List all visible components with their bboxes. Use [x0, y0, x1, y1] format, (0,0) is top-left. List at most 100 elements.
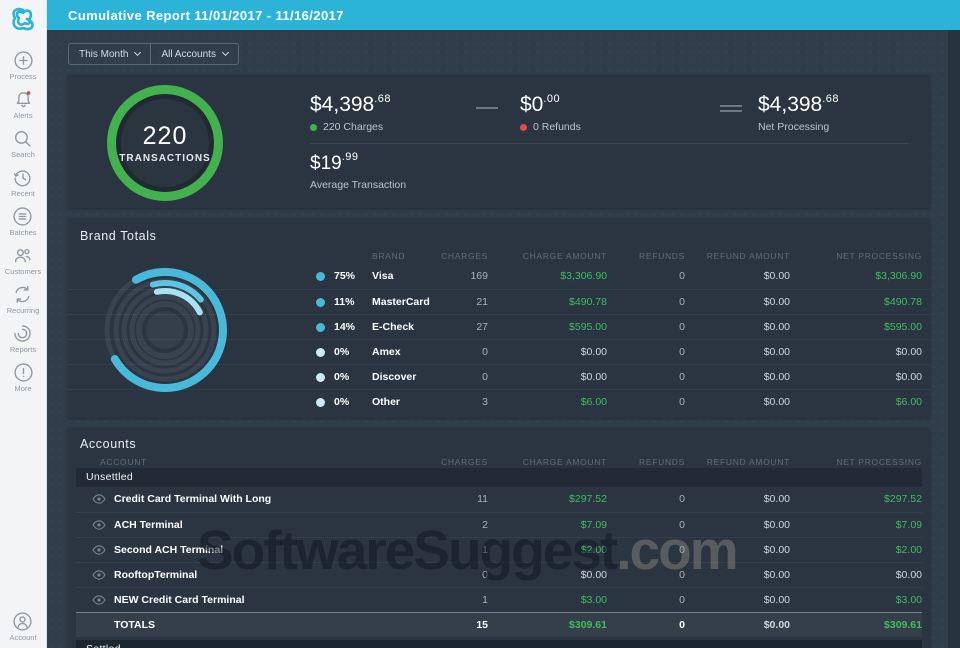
col-header-brand: BRAND	[372, 251, 406, 261]
sidebar-item-label: Batches	[9, 228, 37, 237]
net-amount: $4,398	[758, 93, 823, 116]
net-label: Net Processing	[758, 121, 830, 133]
eye-icon[interactable]	[92, 569, 106, 584]
avg-amount: $19	[310, 153, 342, 174]
brand-totals-panel: Brand Totals BRAND CHARGES CHARGE AMOUNT…	[68, 218, 930, 418]
group-header-unsettled: Unsettled	[76, 468, 922, 487]
right-edge-strip	[948, 30, 960, 648]
chevron-down-icon	[221, 48, 229, 57]
period-dropdown[interactable]: This Month	[68, 43, 151, 65]
table-row: 14% E-Check 27 $595.00 0 $0.00 $595.00	[68, 314, 930, 339]
summary-divider	[310, 143, 908, 144]
accounts-dropdown-label: All Accounts	[161, 48, 216, 60]
eye-icon[interactable]	[92, 594, 106, 609]
sidebar-item-recent[interactable]: Recent	[11, 167, 35, 198]
summary-panel: 220 TRANSACTIONS $4,398.68 220 Charges $…	[68, 75, 930, 208]
net-cents: .68	[822, 93, 840, 105]
sidebar-item-process[interactable]: Process	[9, 50, 37, 81]
sidebar-item-account[interactable]: Account	[9, 611, 37, 642]
totals-row: TOTALS 15 $309.61 0 $0.00 $309.61	[76, 612, 922, 637]
table-row: Credit Card Terminal With Long 11 $297.5…	[76, 487, 922, 512]
equals-icon	[720, 105, 742, 115]
accounts-title: Accounts	[80, 437, 137, 451]
table-row: 0% Discover 0 $0.00 0 $0.00 $0.00	[68, 364, 930, 389]
eye-icon[interactable]	[92, 519, 106, 534]
accounts-dropdown[interactable]: All Accounts	[150, 43, 239, 65]
plus-circle-icon	[13, 51, 33, 70]
table-row: ACH Terminal 2 $7.09 0 $0.00 $7.09	[76, 512, 922, 537]
sidebar-item-search[interactable]: Search	[11, 128, 35, 159]
sidebar-item-batches[interactable]: Batches	[9, 206, 37, 237]
top-header: Cumulative Report 11/01/2017 - 11/16/201…	[47, 0, 960, 30]
refunds-label: 0 Refunds	[533, 121, 581, 133]
transactions-donut: 220 TRANSACTIONS	[107, 85, 223, 201]
refunds-amount: $0	[520, 93, 544, 116]
legend-dot	[316, 373, 325, 382]
col-header-charges: CHARGES	[441, 251, 488, 261]
sidebar-item-alerts[interactable]: Alerts	[13, 89, 34, 120]
page-title: Cumulative Report 11/01/2017 - 11/16/201…	[68, 7, 344, 23]
sidebar-item-label: Reports	[9, 345, 37, 354]
spiral-icon	[14, 325, 32, 342]
alert-badge-dot	[26, 91, 30, 95]
search-icon	[15, 130, 32, 147]
eye-icon[interactable]	[92, 493, 106, 508]
legend-pct: 75%	[334, 270, 356, 282]
clock-history-icon	[14, 170, 31, 187]
table-row: 75% Visa 169 $3,306.90 0 $0.00 $3,306.90	[68, 264, 930, 289]
user-circle-icon	[13, 612, 33, 631]
filter-bar: This Month All Accounts	[68, 43, 239, 65]
main-content: This Month All Accounts 220 TRANSACTIONS…	[47, 30, 960, 648]
avg-label: Average Transaction	[310, 179, 407, 191]
table-row: NEW Credit Card Terminal 1 $3.00 0 $0.00…	[76, 587, 922, 612]
sidebar-item-label: Recent	[11, 189, 35, 198]
period-dropdown-label: This Month	[79, 48, 129, 60]
legend-pct: 0%	[334, 371, 350, 383]
legend-dot	[316, 398, 325, 407]
minus-icon	[476, 107, 498, 109]
table-row: 0% Amex 0 $0.00 0 $0.00 $0.00	[68, 339, 930, 364]
sidebar-item-label: Recurring	[6, 306, 40, 315]
accounts-table-rows: Credit Card Terminal With Long 11 $297.5…	[76, 487, 922, 612]
average-transaction-stat: $19.99 Average Transaction	[310, 151, 406, 191]
legend-pct: 0%	[334, 396, 350, 408]
legend-pct: 14%	[334, 321, 356, 333]
brand-table-rows: 75% Visa 169 $3,306.90 0 $0.00 $3,306.90…	[68, 264, 930, 414]
sidebar-item-label: Customers	[4, 267, 42, 276]
sidebar-item-recurring[interactable]: Recurring	[6, 284, 40, 315]
legend-pct: 11%	[334, 296, 355, 308]
group-header-settled: Settled	[76, 640, 922, 648]
sidebar-item-customers[interactable]: Customers	[5, 245, 41, 276]
refunds-stat: $0.00 0 Refunds	[520, 93, 581, 133]
sidebar-item-more[interactable]: More	[13, 362, 34, 393]
totals-label: TOTALS	[114, 619, 156, 631]
sidebar-item-label: Alerts	[13, 111, 33, 120]
col-header-charge-amount: CHARGE AMOUNT	[522, 251, 607, 261]
recurring-arrows-icon	[16, 286, 30, 303]
legend-dot	[316, 298, 325, 307]
legend-dot	[316, 323, 325, 332]
people-icon	[15, 248, 31, 263]
net-processing-stat: $4,398.68 Net Processing	[758, 93, 839, 133]
table-row: 0% Other 3 $6.00 0 $0.00 $6.00	[68, 389, 930, 414]
refunds-cents: .00	[543, 93, 561, 105]
charges-cents: .68	[374, 93, 392, 105]
exclamation-circle-icon	[13, 363, 33, 382]
transactions-label: TRANSACTIONS	[119, 153, 211, 164]
refunds-dot	[520, 123, 527, 131]
col-header-refunds: REFUNDS	[639, 251, 685, 261]
sidebar-item-label: Process	[9, 72, 37, 81]
col-header-refund-amount: REFUND AMOUNT	[706, 251, 790, 261]
sidebar: Process Alerts Search Recent Batches Cus…	[0, 0, 47, 648]
eye-icon[interactable]	[92, 544, 106, 559]
sidebar-item-label: Account	[9, 633, 37, 642]
brand-totals-title: Brand Totals	[80, 229, 157, 243]
col-header-net-processing: NET PROCESSING	[836, 251, 922, 261]
app-logo-icon[interactable]	[8, 5, 38, 40]
chevron-down-icon	[134, 48, 142, 57]
charges-amount: $4,398	[310, 93, 375, 116]
sidebar-item-reports[interactable]: Reports	[10, 323, 36, 354]
legend-pct: 0%	[334, 346, 350, 358]
charges-dot	[310, 123, 317, 131]
table-row: 11% MasterCard 21 $490.78 0 $0.00 $490.7…	[68, 289, 930, 314]
